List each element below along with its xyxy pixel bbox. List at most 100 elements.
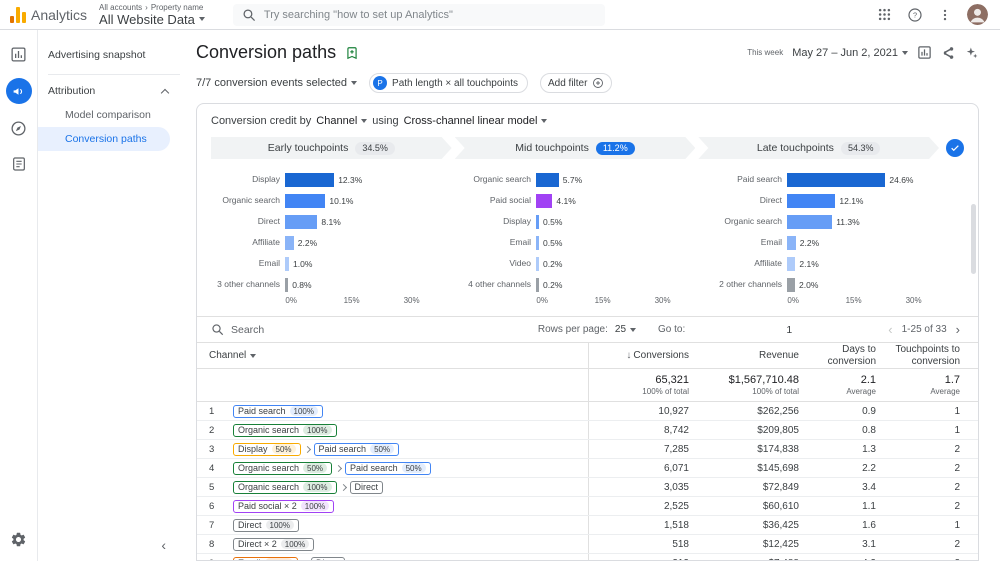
column-header-channel[interactable]: Channel <box>197 343 589 368</box>
sidebar-collapse-button[interactable]: ‹ <box>161 537 166 553</box>
table-search-input[interactable] <box>231 324 411 336</box>
chart-bar[interactable] <box>787 173 885 187</box>
dimension-selector[interactable]: Channel <box>316 115 367 127</box>
previous-page-icon[interactable]: ‹ <box>886 322 894 337</box>
chart-bar-row: 2 other channels 2.0% <box>713 274 954 295</box>
chart-bar[interactable] <box>285 215 317 229</box>
table-row[interactable]: 2Organic search100%8,742$209,8050.81 <box>197 421 978 440</box>
chart-bar-label: Paid search <box>713 175 787 184</box>
channel-chip[interactable]: Organic search100% <box>233 424 337 437</box>
reports-icon[interactable] <box>7 42 31 66</box>
property-selector[interactable]: All Website Data <box>99 12 205 27</box>
table-row[interactable]: 6Paid social × 2100%2,525$60,6101.12 <box>197 497 978 516</box>
axis-tick: 15% <box>595 296 611 305</box>
chart-bar[interactable] <box>285 173 334 187</box>
channel-chip[interactable]: Organic search100% <box>233 481 337 494</box>
search-input[interactable] <box>264 9 596 21</box>
chevron-down-icon <box>541 119 547 123</box>
scrollbar-thumb[interactable] <box>971 204 976 274</box>
share-icon[interactable] <box>941 46 955 60</box>
table-row[interactable]: 4Organic search50%Paid search50%6,071$14… <box>197 459 978 478</box>
channel-chip[interactable]: Paid social × 2100% <box>233 500 334 513</box>
chart-bar[interactable] <box>536 236 539 250</box>
chart-bar[interactable] <box>285 236 294 250</box>
channel-chip[interactable]: Paid search50% <box>314 443 400 456</box>
admin-gear-icon[interactable] <box>7 527 31 551</box>
apps-grid-icon[interactable] <box>877 7 892 22</box>
channel-chip[interactable]: Paid search100% <box>233 405 323 418</box>
chart-bar[interactable] <box>787 194 835 208</box>
help-icon[interactable]: ? <box>907 7 923 23</box>
bookmark-icon[interactable] <box>345 46 359 60</box>
breadcrumb[interactable]: All accounts › Property name <box>99 3 205 12</box>
chart-bar[interactable] <box>536 278 539 292</box>
cell-days: 3.4 <box>799 482 876 493</box>
table-row[interactable]: 7Direct100%1,518$36,4251.61 <box>197 516 978 535</box>
chart-bar[interactable] <box>787 236 796 250</box>
chart-bar-value: 10.1% <box>329 196 353 206</box>
sidebar-item-conversion-paths[interactable]: Conversion paths <box>38 127 170 151</box>
column-header-days[interactable]: Days to conversion <box>799 344 876 366</box>
conversion-events-selector[interactable]: 7/7 conversion events selected <box>196 77 357 89</box>
column-header-touchpoints[interactable]: Touchpoints to conversion <box>876 344 976 366</box>
sidebar-section-attribution[interactable]: Attribution <box>38 79 180 103</box>
breadcrumb-property[interactable]: Property name <box>151 3 203 12</box>
next-page-icon[interactable]: › <box>954 322 962 337</box>
chart-bar[interactable] <box>787 278 795 292</box>
sidebar-section-label: Attribution <box>48 85 95 97</box>
row-number: 2 <box>209 425 233 436</box>
chart-bar[interactable] <box>285 194 325 208</box>
column-header-revenue[interactable]: Revenue <box>689 350 799 361</box>
channel-chip[interactable]: Display50% <box>233 443 301 456</box>
chart-view-icon[interactable] <box>917 45 932 60</box>
chart-bar-row: Affiliate 2.2% <box>211 232 452 253</box>
chart-bar-row: Organic search 10.1% <box>211 190 452 211</box>
chart-bar[interactable] <box>787 257 795 271</box>
chart-bar[interactable] <box>787 215 832 229</box>
goto-page-input[interactable] <box>699 324 879 336</box>
table-row[interactable]: 1Paid search100%10,927$262,2560.91 <box>197 402 978 421</box>
chart-bar[interactable] <box>536 173 559 187</box>
channel-chip[interactable]: Direct <box>350 481 384 494</box>
chart-bar[interactable] <box>536 194 552 208</box>
channel-chip[interactable]: Organic search50% <box>233 462 332 475</box>
user-avatar[interactable] <box>967 4 988 25</box>
attribution-model-selector[interactable]: Cross-channel linear model <box>404 115 548 127</box>
credit-badge: 100% <box>303 482 331 492</box>
advertising-icon[interactable] <box>6 78 32 104</box>
date-range-selector[interactable]: May 27 – Jun 2, 2021 <box>792 47 908 59</box>
funnel-segment-mid[interactable]: Mid touchpoints11.2% <box>455 137 696 159</box>
checkmark-icon[interactable] <box>946 139 964 157</box>
channel-chip[interactable]: Direct100% <box>233 519 299 532</box>
path-arrow-icon <box>303 445 310 452</box>
chart-bar[interactable] <box>536 215 539 229</box>
table-row[interactable]: 5Organic search100%Direct3,035$72,8493.4… <box>197 478 978 497</box>
breadcrumb-accounts[interactable]: All accounts <box>99 3 142 12</box>
chart-bar[interactable] <box>285 278 288 292</box>
table-row[interactable]: 8Direct × 2100%518$12,4253.12 <box>197 535 978 554</box>
chart-bar[interactable] <box>536 257 539 271</box>
table-row[interactable]: 3Display50%Paid search50%7,285$174,8381.… <box>197 440 978 459</box>
column-header-conversions[interactable]: ↓Conversions <box>589 350 689 361</box>
explore-icon[interactable] <box>7 116 31 140</box>
table-row[interactable]: 9Email100%Direct312$7,4884.22 <box>197 554 978 561</box>
path-length-filter-chip[interactable]: P Path length × all touchpoints <box>369 73 528 93</box>
chevron-down-icon <box>630 328 636 332</box>
chart-bar[interactable] <box>285 257 289 271</box>
analytics-logo[interactable]: Analytics <box>0 7 97 23</box>
global-search[interactable] <box>233 4 605 26</box>
sidebar-item-model-comparison[interactable]: Model comparison <box>38 103 170 127</box>
configure-icon[interactable] <box>7 152 31 176</box>
sidebar-item-advertising-snapshot[interactable]: Advertising snapshot <box>38 44 180 66</box>
add-filter-button[interactable]: Add filter <box>540 73 612 93</box>
funnel-segment-late[interactable]: Late touchpoints54.3% <box>698 137 939 159</box>
channel-chip[interactable]: Direct <box>311 557 345 562</box>
rows-per-page-selector[interactable]: 25 <box>615 324 636 335</box>
more-vert-icon[interactable] <box>938 8 952 22</box>
channel-chip[interactable]: Paid search50% <box>345 462 431 475</box>
top-app-bar: Analytics All accounts › Property name A… <box>0 0 1000 30</box>
channel-chip[interactable]: Direct × 2100% <box>233 538 314 551</box>
channel-chip[interactable]: Email100% <box>233 557 298 562</box>
funnel-segment-early[interactable]: Early touchpoints34.5% <box>211 137 452 159</box>
insights-icon[interactable] <box>964 45 979 60</box>
